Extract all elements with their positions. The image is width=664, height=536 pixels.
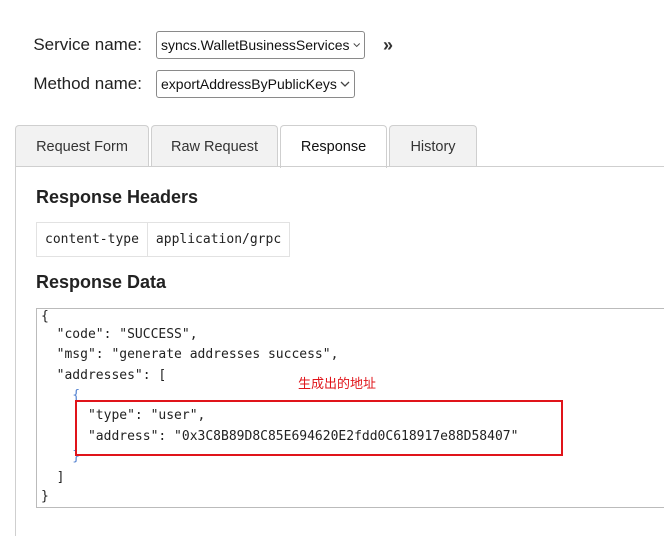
tab-response[interactable]: Response bbox=[280, 125, 387, 168]
response-headers-table: content-type application/grpc bbox=[36, 222, 291, 257]
tab-history[interactable]: History bbox=[389, 125, 477, 167]
code-line: { bbox=[41, 309, 49, 324]
code-line: ] bbox=[41, 470, 65, 485]
header-value: application/grpc bbox=[146, 223, 289, 256]
method-name-label: Method name: bbox=[33, 74, 142, 93]
tab-bar: Request Form Raw Request Response Histor… bbox=[15, 125, 479, 168]
method-name-row: Method name: exportAddressByPublicKeys bbox=[0, 70, 355, 98]
method-name-value: exportAddressByPublicKeys bbox=[161, 76, 337, 92]
header-name: content-type bbox=[45, 232, 139, 247]
annotation-text: 生成出的地址 bbox=[298, 376, 377, 391]
expand-arrow-icon[interactable]: » bbox=[383, 35, 393, 56]
highlight-box bbox=[75, 400, 563, 456]
service-name-label: Service name: bbox=[33, 35, 142, 54]
code-line: "addresses": [ bbox=[41, 368, 167, 383]
tab-raw-request[interactable]: Raw Request bbox=[151, 125, 278, 167]
service-name-value: syncs.WalletBusinessServices bbox=[161, 37, 350, 53]
code-line: "code": "SUCCESS", bbox=[41, 327, 198, 342]
code-line: } bbox=[41, 489, 49, 504]
response-headers-title: Response Headers bbox=[36, 187, 199, 207]
chevron-down-icon bbox=[352, 43, 360, 48]
code-line: "msg": "generate addresses success", bbox=[41, 347, 339, 362]
method-name-select[interactable]: exportAddressByPublicKeys bbox=[156, 70, 355, 98]
response-data-title: Response Data bbox=[36, 272, 167, 292]
chevron-down-icon bbox=[340, 81, 350, 87]
tab-request-form[interactable]: Request Form bbox=[15, 125, 149, 167]
service-name-row: Service name: syncs.WalletBusinessServic… bbox=[0, 31, 393, 59]
service-name-select[interactable]: syncs.WalletBusinessServices bbox=[156, 31, 365, 59]
